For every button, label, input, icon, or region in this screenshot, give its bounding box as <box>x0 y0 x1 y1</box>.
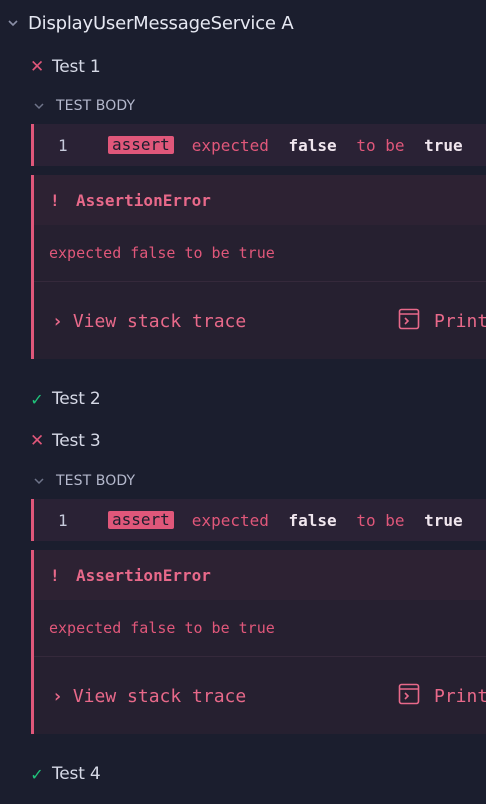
fail-icon: ✕ <box>30 57 45 77</box>
test-body-label: TEST BODY <box>56 98 136 114</box>
test-title: Test 2 <box>52 389 101 409</box>
print-to-console-label: Print to console <box>434 310 486 332</box>
fail-icon: ✕ <box>30 431 45 451</box>
command-row[interactable]: 1 assert expected false to be true <box>31 499 486 541</box>
view-stack-trace-label: View stack trace <box>72 310 247 332</box>
test-body-toggle[interactable]: TEST BODY <box>32 95 486 117</box>
test-runner-panel: DisplayUserMessageService A ✕ Test 1 TES… <box>0 0 486 804</box>
command-badge: assert <box>108 136 174 154</box>
terminal-icon <box>398 683 434 710</box>
command-badge: assert <box>108 511 174 529</box>
command-message-val2: true <box>424 135 463 155</box>
error-header: ! AssertionError <box>34 175 486 225</box>
test-title: Test 4 <box>52 764 101 784</box>
test-item-test-3[interactable]: ✕ Test 3 <box>30 428 486 454</box>
command-message-val1: false <box>288 510 337 530</box>
chevron-down-icon <box>32 99 46 113</box>
suite-header[interactable]: DisplayUserMessageService A <box>6 8 486 38</box>
error-message: expected false to be true <box>49 244 275 262</box>
print-to-console-button[interactable]: Print to console <box>398 308 486 335</box>
command-message: expected false to be true <box>192 511 473 530</box>
command-message: expected false to be true <box>192 136 473 155</box>
error-alert-icon: ! <box>50 190 60 210</box>
error-box: ! AssertionError expected false to be tr… <box>31 175 486 359</box>
pass-icon: ✓ <box>30 389 44 409</box>
error-type: AssertionError <box>76 190 211 210</box>
command-message-pre: expected <box>191 510 269 530</box>
error-actions: › View stack trace Print to console <box>34 657 486 734</box>
error-message: expected false to be true <box>49 619 275 637</box>
print-to-console-button[interactable]: Print to console <box>398 683 486 710</box>
error-box: ! AssertionError expected false to be tr… <box>31 550 486 734</box>
pass-icon: ✓ <box>30 764 44 784</box>
error-actions: › View stack trace Print to console <box>34 282 486 359</box>
error-message-row: expected false to be true <box>34 225 486 282</box>
command-message-mid: to be <box>356 510 405 530</box>
suite-title: DisplayUserMessageService A <box>28 12 294 34</box>
chevron-right-icon: › <box>52 685 63 707</box>
terminal-icon <box>398 308 434 335</box>
view-stack-trace-label: View stack trace <box>72 685 247 707</box>
view-stack-trace-button[interactable]: › View stack trace <box>52 686 246 707</box>
command-index: 1 <box>58 135 68 155</box>
test-body-toggle[interactable]: TEST BODY <box>32 470 486 492</box>
command-message-val1: false <box>288 135 337 155</box>
test-item-test-4[interactable]: ✓ Test 4 <box>30 761 486 787</box>
test-title: Test 1 <box>52 57 101 77</box>
view-stack-trace-button[interactable]: › View stack trace <box>52 311 246 332</box>
test-item-test-1[interactable]: ✕ Test 1 <box>30 54 486 80</box>
error-message-row: expected false to be true <box>34 600 486 657</box>
command-message-val2: true <box>424 510 463 530</box>
test-title: Test 3 <box>52 431 101 451</box>
test-body-label: TEST BODY <box>56 473 136 489</box>
chevron-right-icon: › <box>52 310 63 332</box>
chevron-down-icon <box>32 474 46 488</box>
chevron-down-icon <box>6 16 20 30</box>
print-to-console-label: Print to console <box>434 685 486 707</box>
error-alert-icon: ! <box>50 565 60 585</box>
error-header: ! AssertionError <box>34 550 486 600</box>
command-message-pre: expected <box>191 135 269 155</box>
command-message-mid: to be <box>356 135 405 155</box>
command-index: 1 <box>58 510 68 530</box>
test-item-test-2[interactable]: ✓ Test 2 <box>30 386 486 412</box>
command-row[interactable]: 1 assert expected false to be true <box>31 124 486 166</box>
error-type: AssertionError <box>76 565 211 585</box>
